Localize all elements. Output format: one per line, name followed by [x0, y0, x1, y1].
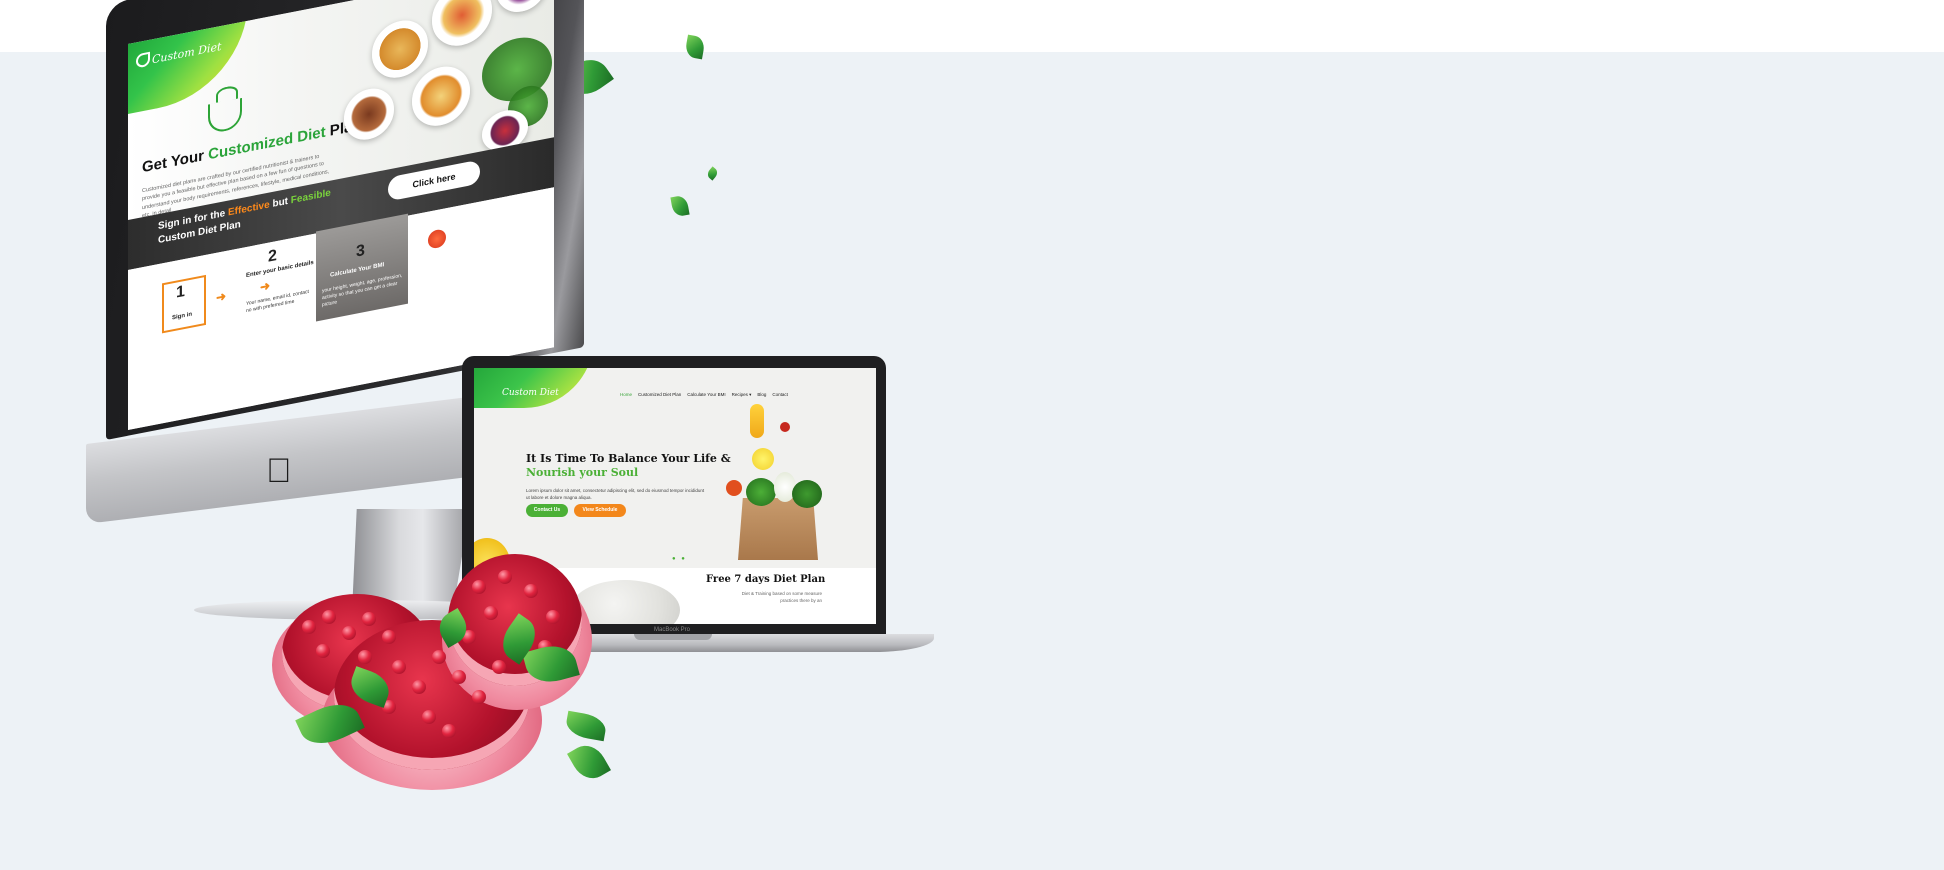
hero-paragraph: Lorem ipsum dolor sit amet, consectetur …	[526, 488, 705, 500]
apple-logo-icon: 	[266, 454, 292, 488]
step-3-number: 3	[356, 241, 365, 261]
band-text-mid: but	[269, 195, 291, 211]
macbook-notch	[634, 634, 712, 640]
view-schedule-button[interactable]: View Schedule	[574, 504, 626, 517]
nav-item-contact[interactable]: Contact	[772, 392, 788, 398]
stage:  Custom Diet Get Your Customized Diet P…	[0, 0, 1944, 870]
main-nav: Home Customized Diet Plan Calculate Your…	[620, 392, 788, 398]
tomato-image	[780, 422, 790, 432]
macbook-label: MacBook Pro	[654, 627, 691, 633]
step-3-card: 3 Calculate Your BMI your height, weight…	[316, 213, 408, 322]
nav-item-blog[interactable]: Blog	[757, 392, 766, 398]
nav-item-calculate-bmi[interactable]: Calculate Your BMI	[687, 392, 725, 398]
site-logo[interactable]: Custom Diet	[502, 388, 559, 398]
contact-us-button[interactable]: Contact Us	[526, 504, 568, 517]
arrow-right-icon: ➜	[216, 288, 227, 305]
greens-image	[792, 480, 822, 508]
tomato-image	[726, 480, 742, 496]
nav-item-home[interactable]: Home	[620, 392, 632, 398]
vegetable-image	[746, 478, 776, 506]
nav-item-recipes[interactable]: Recipes ▾	[732, 392, 752, 398]
hero-headline-line2: Nourish your Soul	[526, 466, 639, 480]
step-3-label: Calculate Your BMI	[330, 262, 385, 279]
plan-title: Free 7 days Diet Plan	[706, 574, 826, 585]
hero-headline: It Is Time To Balance Your Life & Nouris…	[526, 452, 731, 481]
step-2-number: 2	[268, 247, 277, 266]
step-1-number: 1	[176, 282, 185, 302]
hero-headline-line1: It Is Time To Balance Your Life &	[526, 452, 731, 465]
plan-subtitle: Diet & Training based on some measure pr…	[741, 591, 822, 604]
lemon-image	[752, 448, 774, 470]
slider-dots[interactable]: ● ●	[672, 556, 687, 562]
pepper-image	[750, 404, 764, 438]
nav-item-customized-diet-plan[interactable]: Customized Diet Plan	[638, 392, 681, 398]
arrow-right-icon: ➜	[260, 278, 271, 295]
